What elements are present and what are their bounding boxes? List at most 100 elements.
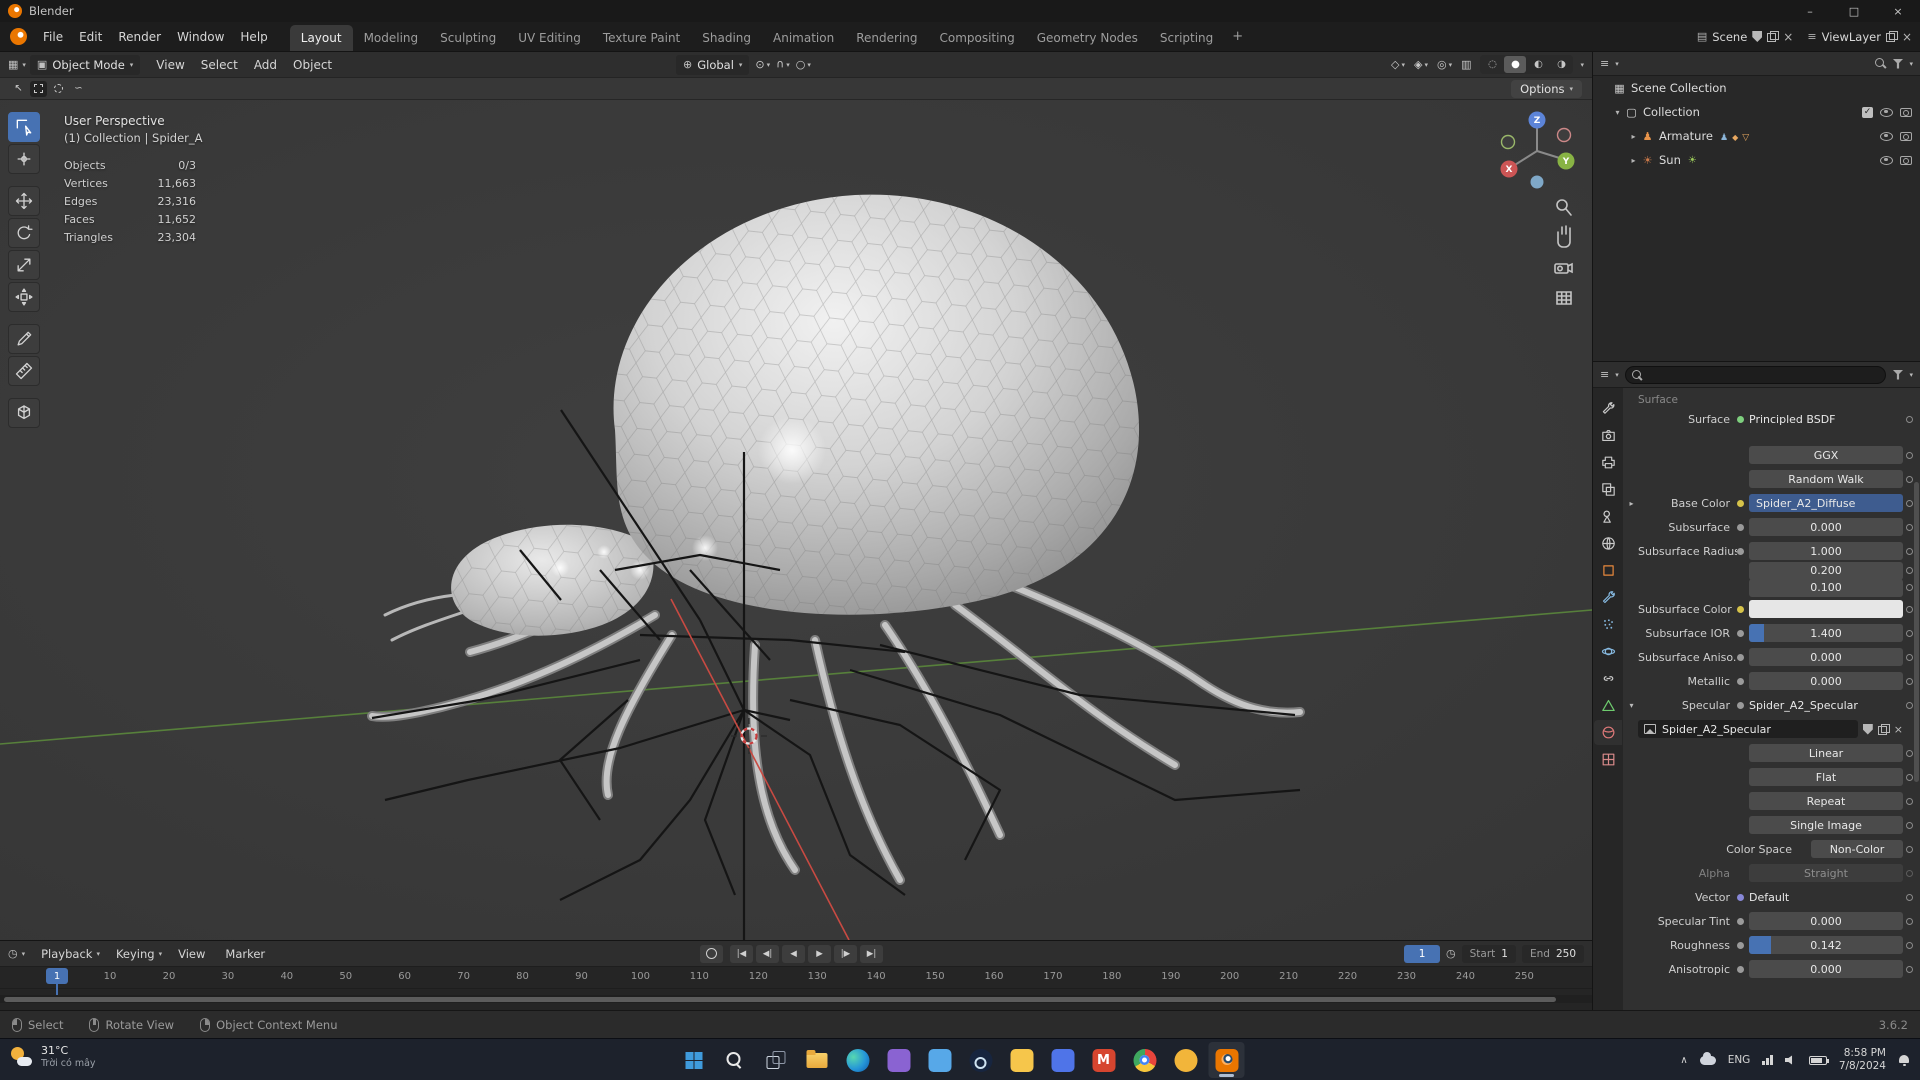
disable-render-icon[interactable] (1900, 155, 1912, 165)
constraints-tab[interactable] (1594, 666, 1622, 691)
pin-icon[interactable] (1752, 31, 1763, 42)
mode-box[interactable] (30, 80, 47, 97)
property-row[interactable]: Specular Tint 0.000 (1623, 909, 1920, 933)
app-task-view[interactable] (758, 1042, 794, 1078)
clock-widget[interactable]: 8:58 PM 7/8/2024 (1839, 1047, 1886, 1073)
onedrive-icon[interactable] (1699, 1051, 1716, 1065)
tray-expand-icon[interactable]: ∧ (1680, 1055, 1687, 1066)
app-discord[interactable] (1045, 1042, 1081, 1078)
topbar-menu-item[interactable]: Render (110, 26, 169, 48)
remove-viewlayer-icon[interactable]: × (1902, 30, 1912, 44)
property-widget[interactable]: Spider_A2_Diffuse (1749, 494, 1903, 512)
timeline-ruler-area[interactable]: 10 20 30 40 50 60 70 80 90 100 110 120 130 140 150 160 1… (0, 967, 1592, 1003)
properties-editor-icon[interactable]: ≡ (1600, 368, 1609, 381)
property-row[interactable]: Flat (1623, 765, 1920, 789)
decorator-dot-icon[interactable] (1903, 966, 1916, 973)
unlink-scene-icon[interactable]: × (1783, 30, 1793, 44)
timeline-editor-icon[interactable]: ◷ (8, 947, 18, 960)
property-widget[interactable] (1749, 600, 1903, 618)
property-row[interactable]: Surface Principled BSDF (1623, 407, 1920, 431)
new-scene-icon[interactable] (1767, 31, 1780, 42)
play-reverse[interactable]: ◀ (782, 944, 805, 963)
app-steam[interactable] (963, 1042, 999, 1078)
viewlayer-tab[interactable] (1594, 477, 1622, 502)
property-widget[interactable]: GGX (1749, 446, 1903, 464)
outliner-row[interactable]: Scene Collection ☀ (1593, 76, 1920, 100)
render-tab[interactable] (1594, 423, 1622, 448)
property-widget[interactable]: Spider_A2_Specular (1638, 720, 1858, 738)
fake-user-icon[interactable] (1862, 723, 1873, 735)
property-row[interactable]: Subsurface IOR 1.400 (1623, 621, 1920, 645)
viewport-menu-item[interactable]: Add (246, 54, 285, 76)
property-widget[interactable]: 1.000 (1749, 542, 1903, 560)
volume-icon[interactable] (1784, 1055, 1793, 1065)
properties-filter-icon[interactable] (1892, 369, 1904, 380)
tool-rotate[interactable] (8, 218, 40, 248)
expand-icon[interactable]: ▾ (1625, 701, 1638, 710)
workspace-tab[interactable]: Scripting (1149, 25, 1224, 51)
duplicate-image-icon[interactable] (1877, 723, 1890, 735)
shading-dropdown-icon[interactable]: ▾ (1580, 61, 1584, 69)
workspace-tab[interactable]: Animation (762, 25, 845, 51)
properties-scrollbar[interactable] (1914, 482, 1919, 782)
timeline-menu-item[interactable]: Marker (217, 947, 277, 961)
expand-icon[interactable]: ▸ (1627, 156, 1640, 165)
property-widget[interactable]: Single Image (1749, 816, 1903, 834)
property-row[interactable]: Color Space Non-Color (1623, 837, 1920, 861)
close-button[interactable]: × (1876, 0, 1920, 22)
overlays-toggle[interactable]: ◎ ▾ (1437, 58, 1452, 71)
shading-wireframe[interactable]: ◌ (1481, 56, 1503, 73)
decorator-dot-icon[interactable] (1903, 452, 1916, 459)
options-button[interactable]: Options ▾ (1511, 79, 1582, 98)
property-widget[interactable]: Random Walk (1749, 470, 1903, 488)
property-widget[interactable]: Flat (1749, 768, 1903, 786)
network-icon[interactable] (1762, 1055, 1773, 1065)
play[interactable]: ▶ (808, 944, 831, 963)
property-widget[interactable]: 0.000 (1749, 648, 1903, 666)
property-widget[interactable]: 0.000 (1749, 672, 1903, 690)
workspace-tab[interactable]: Compositing (928, 25, 1025, 51)
mode-circle[interactable] (50, 81, 67, 97)
disable-render-icon[interactable] (1900, 107, 1912, 117)
outliner-row[interactable]: ▾ Collection ☀ (1593, 100, 1920, 124)
outliner-search-icon[interactable] (1875, 57, 1886, 70)
workspace-tab[interactable]: Sculpting (429, 25, 507, 51)
notifications-bell-icon[interactable] (1898, 1054, 1910, 1066)
frame-start-field[interactable]: Start 1 (1461, 944, 1516, 963)
exclude-checkbox[interactable] (1862, 106, 1873, 118)
workspace-tab[interactable]: Shading (691, 25, 762, 51)
object-tab[interactable] (1594, 558, 1622, 583)
property-row[interactable]: ▸ Base Color Spider_A2_Diffuse (1623, 491, 1920, 515)
shading-rendered[interactable]: ◑ (1550, 56, 1572, 73)
blender-menu-icon[interactable] (10, 28, 27, 45)
decorator-dot-icon[interactable] (1903, 942, 1916, 949)
hide-eye-icon[interactable] (1880, 131, 1893, 141)
app-blender[interactable] (1208, 1042, 1245, 1078)
outliner-row[interactable]: ▸ Armature ☀ (1593, 124, 1920, 148)
workspace-tab[interactable]: Layout (289, 25, 353, 51)
property-row[interactable]: Vector Default (1623, 885, 1920, 909)
tool-add-cube[interactable] (8, 398, 40, 428)
current-frame-field[interactable]: 1 (1404, 944, 1441, 963)
transform-orientation-dropdown[interactable]: ⊕ Global ▾ (676, 54, 750, 75)
prev-keyframe[interactable]: ◀| (756, 944, 779, 963)
app-start[interactable] (676, 1042, 712, 1078)
mode-tweak[interactable]: ↖ (10, 81, 27, 97)
property-row[interactable]: Subsurface Color (1623, 597, 1920, 621)
property-widget[interactable]: 0.200 (1749, 561, 1903, 580)
minimize-button[interactable]: – (1788, 0, 1832, 22)
expand-icon[interactable]: ▸ (1625, 499, 1638, 508)
proportional-editing-toggle[interactable]: ○ ▾ (796, 58, 811, 71)
shading-material[interactable]: ◐ (1527, 56, 1549, 73)
app-edge[interactable] (840, 1042, 876, 1078)
app-store[interactable] (922, 1042, 958, 1078)
unlink-image-icon[interactable] (1894, 723, 1903, 736)
language-indicator[interactable]: ENG (1728, 1054, 1751, 1066)
property-widget[interactable]: Default (1749, 888, 1903, 906)
property-widget[interactable]: 0.000 (1749, 960, 1903, 978)
material-tab[interactable] (1594, 720, 1622, 745)
property-widget[interactable]: 0.000 (1749, 912, 1903, 930)
expand-icon[interactable]: ▾ (1611, 108, 1624, 117)
pivot-point-dropdown[interactable]: ⊙ ▾ (755, 58, 770, 71)
property-row[interactable]: ▾ Specular Spider_A2_Specular (1623, 693, 1920, 717)
